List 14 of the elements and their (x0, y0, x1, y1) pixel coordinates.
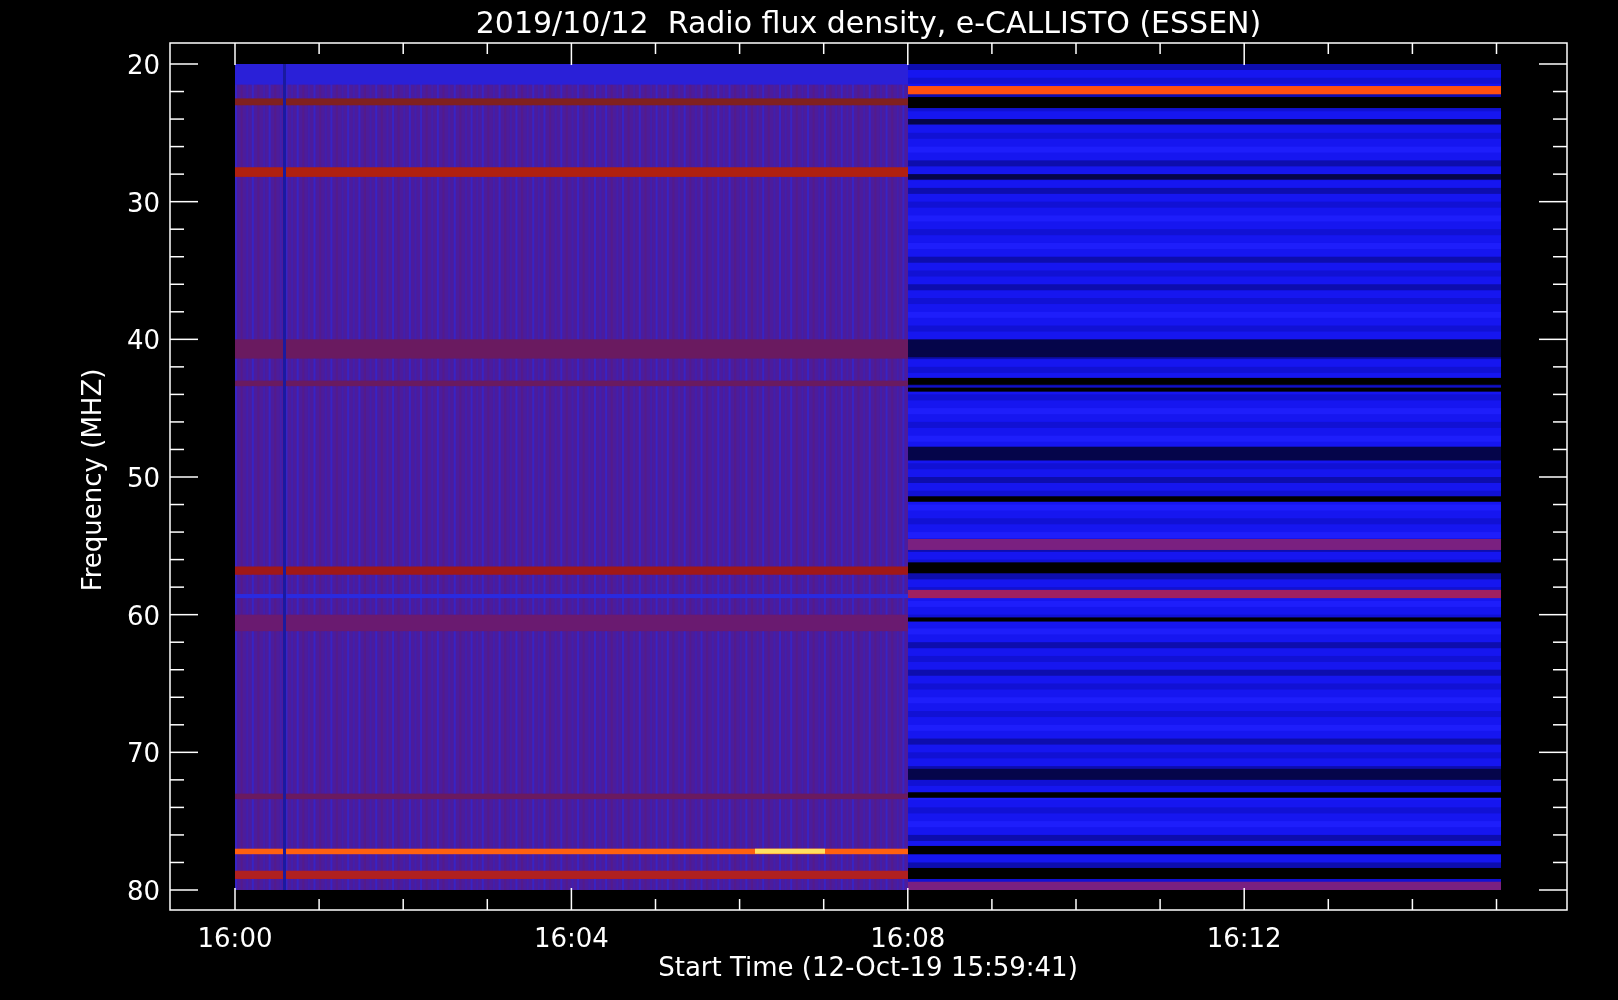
y-tick-label: 70 (126, 738, 160, 769)
x-tick-label: 16:08 (870, 923, 946, 953)
y-tick-label: 30 (126, 187, 160, 218)
y-axis-label: Frequency (MHZ) (77, 368, 107, 592)
y-tick-label: 40 (126, 325, 160, 356)
y-tick-label: 60 (126, 600, 160, 631)
chart-title: 2019/10/12 Radio flux density, e-CALLISTO (ESSEN) (475, 5, 1262, 40)
x-axis-label: Start Time (12-Oct-19 15:59:41) (658, 952, 1078, 982)
x-tick-label: 16:00 (197, 923, 273, 953)
y-tick-label: 80 (126, 876, 160, 906)
x-tick-label: 16:12 (1206, 923, 1282, 953)
y-tick-label: 50 (126, 463, 160, 493)
y-tick-label: 20 (126, 50, 160, 80)
x-tick-label: 16:04 (533, 923, 609, 953)
